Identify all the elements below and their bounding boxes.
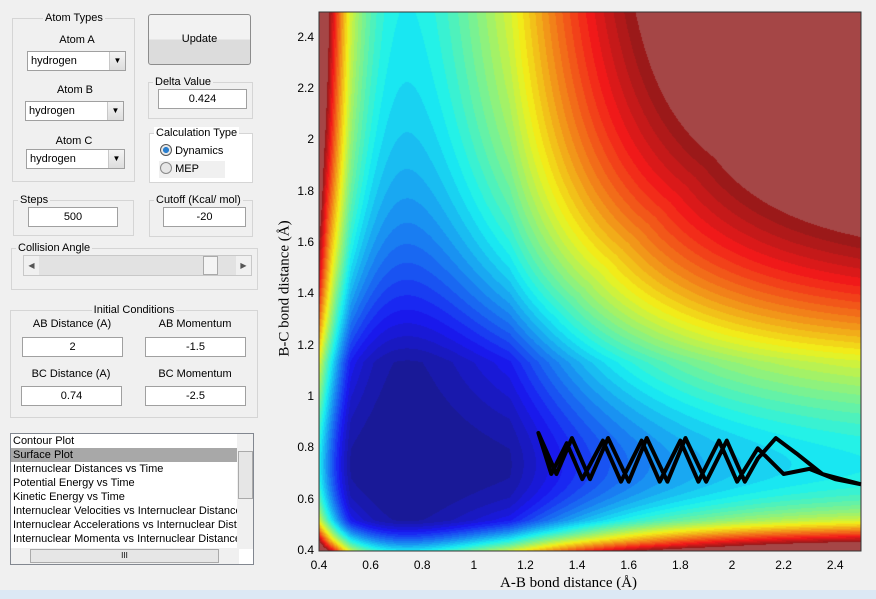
vertical-scrollbar[interactable]	[237, 434, 253, 549]
y-tick-label: 1.4	[297, 286, 314, 301]
y-tick-label: 0.8	[297, 440, 314, 455]
atom-a-label: Atom A	[59, 34, 95, 46]
x-tick-label: 1.2	[517, 558, 534, 572]
atom-c-label: Atom C	[55, 135, 93, 147]
atom-b-label: Atom B	[56, 84, 94, 96]
list-item[interactable]: Kinetic Energy vs Time	[11, 490, 239, 504]
hscroll-thumb[interactable]: III	[30, 549, 219, 563]
ab-distance-label: AB Distance (A)	[32, 318, 112, 330]
list-item[interactable]: Internuclear Distances vs Time	[11, 462, 239, 476]
y-tick-label: 2	[307, 132, 314, 147]
bc-momentum-label: BC Momentum	[158, 368, 232, 380]
list-item[interactable]: Internuclear Accelerations vs Internucle…	[11, 518, 239, 532]
x-tick-label: 2.4	[826, 558, 844, 572]
y-tick-label: 1.8	[297, 183, 314, 198]
potential-surface-heatmap	[319, 12, 861, 551]
atom-c-select[interactable]: hydrogen ▼	[26, 149, 125, 169]
y-tick-label: 0.4	[297, 543, 314, 557]
cutoff-input[interactable]: -20	[163, 207, 246, 227]
x-tick-label: 2	[728, 558, 736, 572]
y-tick-label: 0.6	[297, 491, 314, 506]
status-strip	[0, 590, 876, 599]
y-tick-label: 2.4	[297, 29, 314, 44]
y-tick-label: 1.2	[297, 337, 314, 352]
x-tick-label: 1.8	[671, 558, 689, 572]
list-item[interactable]: Contour Plot	[11, 434, 239, 448]
trajectory-line	[536, 430, 862, 487]
y-tick-label: 1	[307, 389, 314, 403]
horizontal-scrollbar[interactable]: III	[11, 548, 239, 564]
scroll-thumb[interactable]	[238, 451, 253, 499]
collision-angle-slider[interactable]: ◀ ▶	[23, 255, 252, 276]
steps-input[interactable]: 500	[28, 207, 118, 227]
update-button[interactable]: Update	[148, 14, 251, 65]
list-item[interactable]: Surface Plot	[11, 448, 239, 462]
x-tick-label: 1.6	[620, 558, 638, 572]
atom-a-select[interactable]: hydrogen ▼	[27, 51, 126, 71]
radio-mep[interactable]: MEP	[159, 161, 225, 178]
ab-momentum-input[interactable]: -1.5	[145, 337, 246, 357]
x-tick-label: 0.6	[362, 558, 379, 572]
delta-value-input[interactable]: 0.424	[158, 89, 247, 109]
chevron-down-icon: ▼	[108, 150, 124, 168]
arrow-right-icon[interactable]: ▶	[236, 256, 251, 275]
y-tick-label: 2.2	[297, 81, 314, 95]
x-tick-label: 0.4	[310, 558, 328, 572]
slider-thumb[interactable]	[202, 256, 218, 275]
ab-distance-input[interactable]: 2	[22, 337, 123, 357]
chevron-down-icon: ▼	[107, 102, 123, 120]
list-item[interactable]: Internuclear Momenta vs Internuclear Dis…	[11, 532, 239, 546]
radio-dynamics[interactable]: Dynamics	[160, 144, 223, 158]
radio-unchecked-icon	[160, 162, 172, 174]
x-tick-label: 1.4	[568, 558, 586, 572]
ab-momentum-label: AB Momentum	[158, 318, 232, 330]
chevron-down-icon: ▼	[109, 52, 125, 70]
x-tick-label: 2.2	[775, 558, 792, 572]
list-item[interactable]: Internuclear Velocities vs Internuclear …	[11, 504, 239, 518]
plot-frame	[318, 11, 862, 552]
plot-type-listbox[interactable]: Contour Plot Surface Plot Internuclear Dis…	[10, 433, 254, 565]
list-item[interactable]: Potential Energy vs Time	[11, 476, 239, 490]
x-tick-label: 1	[470, 558, 478, 572]
arrow-left-icon[interactable]: ◀	[24, 256, 39, 275]
y-tick-label: 1.6	[297, 235, 314, 249]
bc-distance-input[interactable]: 0.74	[21, 386, 122, 406]
bc-distance-label: BC Distance (A)	[31, 368, 111, 380]
atom-b-select[interactable]: hydrogen ▼	[25, 101, 124, 121]
x-tick-label: 0.8	[413, 558, 431, 572]
radio-checked-icon	[160, 144, 172, 156]
y-axis-label: B-C bond distance (Å)	[276, 220, 293, 357]
bc-momentum-input[interactable]: -2.5	[145, 386, 246, 406]
